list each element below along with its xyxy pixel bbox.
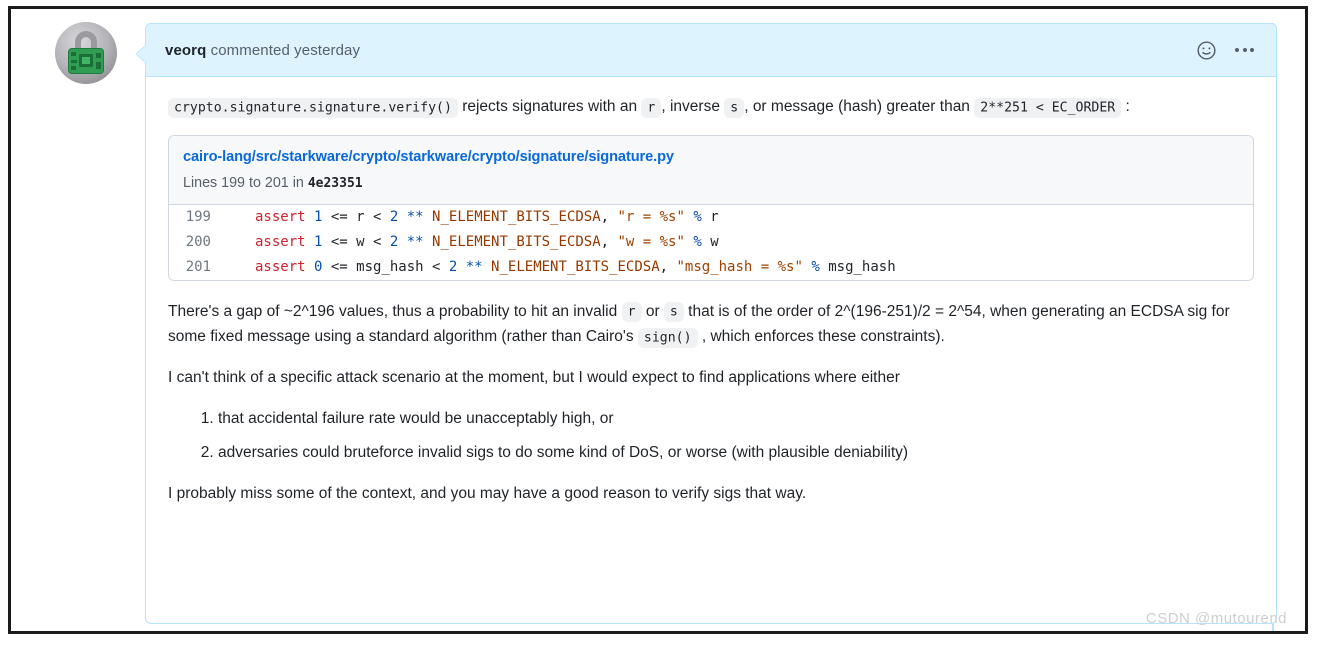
code-token: <= w < xyxy=(322,233,390,250)
code-token: N_ELEMENT_BITS_ECDSA xyxy=(432,233,601,250)
code-token: % xyxy=(684,208,711,225)
comment-card: veorq commented yesterday crypto.signatu xyxy=(145,23,1277,624)
p1-text-3: , or message (hash) greater than xyxy=(744,98,975,115)
code-line-source: assert 1 <= r < 2 ** N_ELEMENT_BITS_ECDS… xyxy=(229,205,719,230)
smiley-face-icon[interactable] xyxy=(1196,40,1217,61)
code-token: N_ELEMENT_BITS_ECDSA xyxy=(432,208,601,225)
code-token: "w = %s" xyxy=(617,233,685,250)
code-snippet-header: cairo-lang/src/starkware/crypto/starkwar… xyxy=(169,136,1253,205)
comment-author[interactable]: veorq xyxy=(165,42,206,59)
code-token: r xyxy=(710,208,719,225)
code-token: "msg_hash = %s" xyxy=(676,258,803,275)
code-token: assert xyxy=(255,208,315,225)
avatar[interactable] xyxy=(55,22,117,84)
code-token: N_ELEMENT_BITS_ECDSA xyxy=(491,258,660,275)
paragraph-4: I probably miss some of the context, and… xyxy=(168,485,807,503)
code-line: 200 assert 1 <= w < 2 ** N_ELEMENT_BITS_E… xyxy=(169,230,1253,255)
code-snippet: cairo-lang/src/starkware/crypto/starkwar… xyxy=(168,135,1254,281)
watermark: CSDN @mutourend xyxy=(1145,610,1287,627)
paragraph-3: I can't think of a specific attack scena… xyxy=(168,369,900,387)
code-line: 199 assert 1 <= r < 2 ** N_ELEMENT_BITS_E… xyxy=(169,205,1253,230)
code-token: assert xyxy=(255,233,315,250)
code-snippet-path-link[interactable]: cairo-lang/src/starkware/crypto/starkwar… xyxy=(183,146,1239,170)
padlock-avatar-icon xyxy=(55,22,117,84)
comment-meta: veorq commented yesterday xyxy=(165,42,360,59)
inline-code-s-2: s xyxy=(663,302,684,323)
list-item: that accidental failure rate would be un… xyxy=(218,406,1254,431)
p2-text-1: There's a gap of ~2^196 values, thus a p… xyxy=(168,302,622,320)
code-line-number: 201 xyxy=(185,258,211,275)
code-token: assert xyxy=(255,258,315,275)
inline-code-r: r xyxy=(641,97,662,118)
p1-text-4: : xyxy=(1121,98,1130,115)
code-token: <= r < xyxy=(322,208,390,225)
kebab-menu-icon[interactable] xyxy=(1235,48,1254,52)
paragraph-1: crypto.signature.signature.verify() reje… xyxy=(168,94,1254,119)
comment-header-actions xyxy=(1196,40,1262,61)
screenshot-frame: veorq commented yesterday crypto.signatu xyxy=(8,6,1308,634)
code-token: , xyxy=(600,233,618,250)
code-token: msg_hash xyxy=(828,258,896,275)
p2-text-2: or xyxy=(641,302,664,320)
paragraph-2: There's a gap of ~2^196 values, thus a p… xyxy=(168,299,1254,349)
code-snippet-lines: Lines 199 to 201 in 4e23351 xyxy=(183,172,1239,195)
inline-code-sign: sign() xyxy=(637,327,698,348)
code-line-source: assert 0 <= msg_hash < 2 ** N_ELEMENT_BI… xyxy=(229,255,896,280)
code-snippet-rows: 199 assert 1 <= r < 2 ** N_ELEMENT_BITS_E… xyxy=(169,205,1253,280)
inline-code-s: s xyxy=(724,97,745,118)
code-token: , xyxy=(600,208,618,225)
code-token: , xyxy=(659,258,677,275)
code-token: % xyxy=(802,258,829,275)
list-item: adversaries could bruteforce invalid sig… xyxy=(218,440,1254,465)
inline-code-verify: crypto.signature.signature.verify() xyxy=(168,97,458,118)
code-token: ** xyxy=(457,258,492,275)
p1-text-1: rejects signatures with an xyxy=(457,98,642,115)
code-snippet-lines-prefix: Lines 199 to 201 in xyxy=(183,174,308,191)
code-line-number: 199 xyxy=(185,208,211,225)
comment-timestamp: commented yesterday xyxy=(206,41,361,59)
inline-code-ec-order: 2**251 < EC_ORDER xyxy=(974,97,1122,118)
code-token: % xyxy=(684,233,711,250)
code-snippet-commit-sha[interactable]: 4e23351 xyxy=(308,176,363,191)
p2-text-4: , which enforces these constraints). xyxy=(697,328,945,346)
comment-body: crypto.signature.signature.verify() reje… xyxy=(146,77,1276,507)
code-line-number: 200 xyxy=(185,233,211,250)
code-token: "r = %s" xyxy=(617,208,685,225)
code-line-source: assert 1 <= w < 2 ** N_ELEMENT_BITS_ECDS… xyxy=(229,230,719,255)
code-line: 201 assert 0 <= msg_hash < 2 ** N_ELEMENT… xyxy=(169,255,1253,280)
comment-header: veorq commented yesterday xyxy=(146,24,1276,77)
ordered-list: that accidental failure rate would be un… xyxy=(168,406,1254,465)
code-token: ** xyxy=(398,233,433,250)
code-token: ** xyxy=(398,208,433,225)
speech-bubble-arrow-icon xyxy=(135,44,146,64)
inline-code-r-2: r xyxy=(621,302,642,323)
code-token: w xyxy=(710,233,719,250)
code-token: <= msg_hash < xyxy=(322,258,449,275)
p1-text-2: , inverse xyxy=(661,98,725,115)
